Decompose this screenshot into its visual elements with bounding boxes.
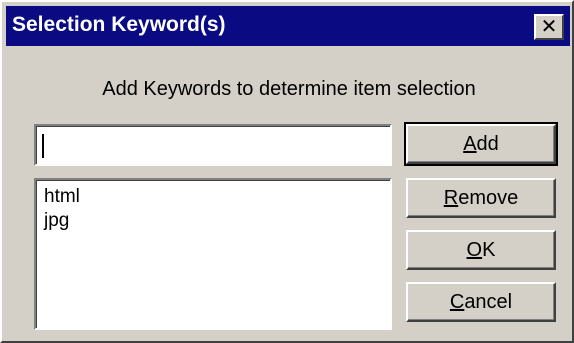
- title-bar[interactable]: Selection Keyword(s) ✕: [6, 6, 570, 46]
- remove-button[interactable]: Remove: [406, 178, 556, 218]
- ok-button-label: K: [482, 239, 496, 261]
- dialog-window: Selection Keyword(s) ✕ Add Keywords to d…: [0, 0, 574, 343]
- close-icon: ✕: [540, 14, 558, 38]
- add-button-mnemonic: A: [463, 133, 477, 155]
- cancel-button-label: ancel: [464, 291, 513, 313]
- keyword-input[interactable]: [34, 124, 392, 166]
- remove-button-label: emove: [458, 187, 519, 209]
- close-button[interactable]: ✕: [534, 14, 564, 40]
- ok-button[interactable]: OK: [406, 230, 556, 270]
- instruction-label: Add Keywords to determine item selection: [102, 78, 476, 100]
- cancel-button-mnemonic: C: [449, 291, 465, 313]
- keyword-list[interactable]: html jpg: [34, 178, 392, 330]
- remove-button-mnemonic: R: [443, 187, 459, 209]
- list-item[interactable]: jpg: [44, 210, 69, 232]
- ok-button-mnemonic: O: [466, 239, 483, 261]
- cancel-button[interactable]: Cancel: [406, 282, 556, 322]
- add-button[interactable]: Add: [404, 122, 558, 166]
- text-caret: [42, 134, 44, 158]
- window-title: Selection Keyword(s): [12, 13, 226, 36]
- list-item[interactable]: html: [44, 186, 80, 208]
- add-button-label: dd: [476, 133, 499, 155]
